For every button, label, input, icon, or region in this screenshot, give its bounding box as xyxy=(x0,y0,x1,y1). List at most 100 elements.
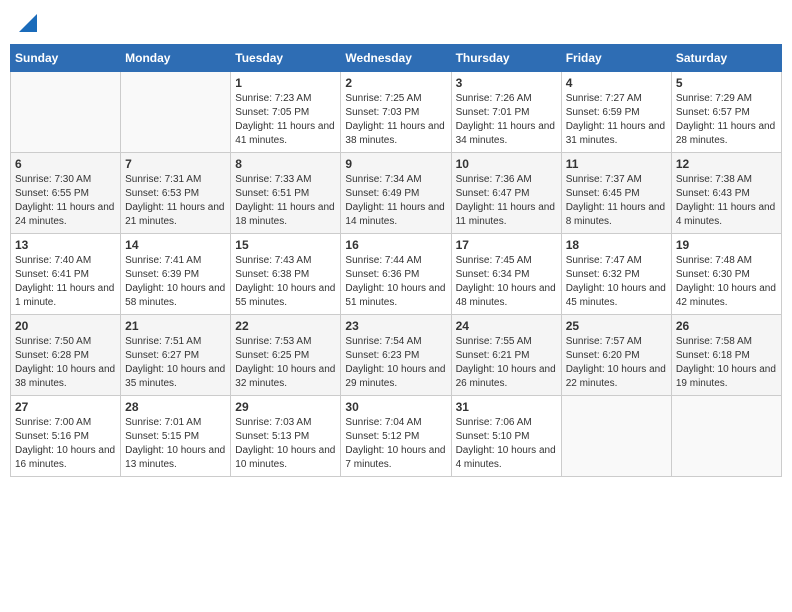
calendar-cell: 11 Sunrise: 7:37 AM Sunset: 6:45 PM Dayli… xyxy=(561,153,671,234)
day-info: Sunrise: 7:25 AM Sunset: 7:03 PM Dayligh… xyxy=(345,92,446,148)
calendar-cell: 12 Sunrise: 7:38 AM Sunset: 6:43 PM Dayli… xyxy=(671,153,781,234)
calendar-cell: 27 Sunrise: 7:00 AM Sunset: 5:16 PM Dayli… xyxy=(11,396,121,477)
calendar-table: SundayMondayTuesdayWednesdayThursdayFrid… xyxy=(10,44,782,477)
calendar-cell: 1 Sunrise: 7:23 AM Sunset: 7:05 PM Daylig… xyxy=(231,72,341,153)
day-info: Sunrise: 7:47 AM Sunset: 6:32 PM Dayligh… xyxy=(566,254,667,310)
calendar-cell: 4 Sunrise: 7:27 AM Sunset: 6:59 PM Daylig… xyxy=(561,72,671,153)
calendar-header-sunday: Sunday xyxy=(11,45,121,72)
calendar-cell: 19 Sunrise: 7:48 AM Sunset: 6:30 PM Dayli… xyxy=(671,234,781,315)
day-number: 10 xyxy=(456,157,557,171)
calendar-cell: 13 Sunrise: 7:40 AM Sunset: 6:41 PM Dayli… xyxy=(11,234,121,315)
day-number: 27 xyxy=(15,400,116,414)
day-number: 7 xyxy=(125,157,226,171)
day-info: Sunrise: 7:38 AM Sunset: 6:43 PM Dayligh… xyxy=(676,173,777,229)
day-info: Sunrise: 7:53 AM Sunset: 6:25 PM Dayligh… xyxy=(235,335,336,391)
day-info: Sunrise: 7:45 AM Sunset: 6:34 PM Dayligh… xyxy=(456,254,557,310)
day-info: Sunrise: 7:26 AM Sunset: 7:01 PM Dayligh… xyxy=(456,92,557,148)
calendar-cell: 9 Sunrise: 7:34 AM Sunset: 6:49 PM Daylig… xyxy=(341,153,451,234)
day-info: Sunrise: 7:06 AM Sunset: 5:10 PM Dayligh… xyxy=(456,416,557,472)
day-info: Sunrise: 7:37 AM Sunset: 6:45 PM Dayligh… xyxy=(566,173,667,229)
calendar-cell: 29 Sunrise: 7:03 AM Sunset: 5:13 PM Dayli… xyxy=(231,396,341,477)
logo xyxy=(18,14,38,32)
calendar-cell xyxy=(121,72,231,153)
calendar-cell: 2 Sunrise: 7:25 AM Sunset: 7:03 PM Daylig… xyxy=(341,72,451,153)
day-info: Sunrise: 7:34 AM Sunset: 6:49 PM Dayligh… xyxy=(345,173,446,229)
calendar-cell: 26 Sunrise: 7:58 AM Sunset: 6:18 PM Dayli… xyxy=(671,315,781,396)
day-info: Sunrise: 7:29 AM Sunset: 6:57 PM Dayligh… xyxy=(676,92,777,148)
calendar-header-friday: Friday xyxy=(561,45,671,72)
day-number: 15 xyxy=(235,238,336,252)
calendar-cell: 25 Sunrise: 7:57 AM Sunset: 6:20 PM Dayli… xyxy=(561,315,671,396)
day-info: Sunrise: 7:30 AM Sunset: 6:55 PM Dayligh… xyxy=(15,173,116,229)
day-info: Sunrise: 7:43 AM Sunset: 6:38 PM Dayligh… xyxy=(235,254,336,310)
day-info: Sunrise: 7:55 AM Sunset: 6:21 PM Dayligh… xyxy=(456,335,557,391)
calendar-cell: 21Sunrise: 7:51 AM Sunset: 6:27 PM Dayli… xyxy=(121,315,231,396)
calendar-week-row: 20 Sunrise: 7:50 AM Sunset: 6:28 PM Dayli… xyxy=(11,315,782,396)
day-number: 16 xyxy=(345,238,446,252)
day-number: 13 xyxy=(15,238,116,252)
day-number: 20 xyxy=(15,319,116,333)
calendar-cell: 20 Sunrise: 7:50 AM Sunset: 6:28 PM Dayli… xyxy=(11,315,121,396)
day-number: 25 xyxy=(566,319,667,333)
day-info: Sunrise: 7:48 AM Sunset: 6:30 PM Dayligh… xyxy=(676,254,777,310)
day-number: 31 xyxy=(456,400,557,414)
day-number: 2 xyxy=(345,76,446,90)
calendar-cell: 15 Sunrise: 7:43 AM Sunset: 6:38 PM Dayli… xyxy=(231,234,341,315)
day-info: Sunrise: 7:00 AM Sunset: 5:16 PM Dayligh… xyxy=(15,416,116,472)
day-info: Sunrise: 7:03 AM Sunset: 5:13 PM Dayligh… xyxy=(235,416,336,472)
day-number: 3 xyxy=(456,76,557,90)
day-number: 11 xyxy=(566,157,667,171)
day-info: Sunrise: 7:27 AM Sunset: 6:59 PM Dayligh… xyxy=(566,92,667,148)
calendar-cell: 16Sunrise: 7:44 AM Sunset: 6:36 PM Dayli… xyxy=(341,234,451,315)
day-number: 26 xyxy=(676,319,777,333)
calendar-cell: 17 Sunrise: 7:45 AM Sunset: 6:34 PM Dayli… xyxy=(451,234,561,315)
calendar-week-row: 13 Sunrise: 7:40 AM Sunset: 6:41 PM Dayli… xyxy=(11,234,782,315)
calendar-header-tuesday: Tuesday xyxy=(231,45,341,72)
day-info: Sunrise: 7:50 AM Sunset: 6:28 PM Dayligh… xyxy=(15,335,116,391)
day-number: 17 xyxy=(456,238,557,252)
day-number: 5 xyxy=(676,76,777,90)
day-number: 19 xyxy=(676,238,777,252)
calendar-cell: 7Sunrise: 7:31 AM Sunset: 6:53 PM Daylig… xyxy=(121,153,231,234)
day-info: Sunrise: 7:54 AM Sunset: 6:23 PM Dayligh… xyxy=(345,335,446,391)
logo-triangle-icon xyxy=(19,14,37,32)
day-number: 4 xyxy=(566,76,667,90)
calendar-cell: 8 Sunrise: 7:33 AM Sunset: 6:51 PM Daylig… xyxy=(231,153,341,234)
day-number: 24 xyxy=(456,319,557,333)
calendar-cell: 3 Sunrise: 7:26 AM Sunset: 7:01 PM Daylig… xyxy=(451,72,561,153)
day-number: 30 xyxy=(345,400,446,414)
calendar-cell: 24 Sunrise: 7:55 AM Sunset: 6:21 PM Dayli… xyxy=(451,315,561,396)
calendar-week-row: 27 Sunrise: 7:00 AM Sunset: 5:16 PM Dayli… xyxy=(11,396,782,477)
day-info: Sunrise: 7:01 AM Sunset: 5:15 PM Dayligh… xyxy=(125,416,226,472)
calendar-header-row: SundayMondayTuesdayWednesdayThursdayFrid… xyxy=(11,45,782,72)
day-info: Sunrise: 7:23 AM Sunset: 7:05 PM Dayligh… xyxy=(235,92,336,148)
day-info: Sunrise: 7:40 AM Sunset: 6:41 PM Dayligh… xyxy=(15,254,116,310)
calendar-cell: 10Sunrise: 7:36 AM Sunset: 6:47 PM Dayli… xyxy=(451,153,561,234)
day-number: 1 xyxy=(235,76,336,90)
day-number: 18 xyxy=(566,238,667,252)
calendar-cell: 23 Sunrise: 7:54 AM Sunset: 6:23 PM Dayli… xyxy=(341,315,451,396)
day-info: Sunrise: 7:04 AM Sunset: 5:12 PM Dayligh… xyxy=(345,416,446,472)
day-number: 29 xyxy=(235,400,336,414)
day-number: 12 xyxy=(676,157,777,171)
calendar-header-monday: Monday xyxy=(121,45,231,72)
day-info: Sunrise: 7:33 AM Sunset: 6:51 PM Dayligh… xyxy=(235,173,336,229)
calendar-cell xyxy=(11,72,121,153)
calendar-cell xyxy=(561,396,671,477)
calendar-cell: 18 Sunrise: 7:47 AM Sunset: 6:32 PM Dayli… xyxy=(561,234,671,315)
calendar-cell: 22Sunrise: 7:53 AM Sunset: 6:25 PM Dayli… xyxy=(231,315,341,396)
day-number: 14 xyxy=(125,238,226,252)
calendar-cell: 14 Sunrise: 7:41 AM Sunset: 6:39 PM Dayli… xyxy=(121,234,231,315)
day-info: Sunrise: 7:57 AM Sunset: 6:20 PM Dayligh… xyxy=(566,335,667,391)
day-number: 9 xyxy=(345,157,446,171)
calendar-week-row: 1 Sunrise: 7:23 AM Sunset: 7:05 PM Daylig… xyxy=(11,72,782,153)
day-number: 8 xyxy=(235,157,336,171)
day-info: Sunrise: 7:41 AM Sunset: 6:39 PM Dayligh… xyxy=(125,254,226,310)
calendar-cell: 28 Sunrise: 7:01 AM Sunset: 5:15 PM Dayli… xyxy=(121,396,231,477)
day-number: 28 xyxy=(125,400,226,414)
day-number: 23 xyxy=(345,319,446,333)
day-number: 6 xyxy=(15,157,116,171)
calendar-week-row: 6 Sunrise: 7:30 AM Sunset: 6:55 PM Daylig… xyxy=(11,153,782,234)
calendar-header-saturday: Saturday xyxy=(671,45,781,72)
day-info: Sunrise: 7:58 AM Sunset: 6:18 PM Dayligh… xyxy=(676,335,777,391)
